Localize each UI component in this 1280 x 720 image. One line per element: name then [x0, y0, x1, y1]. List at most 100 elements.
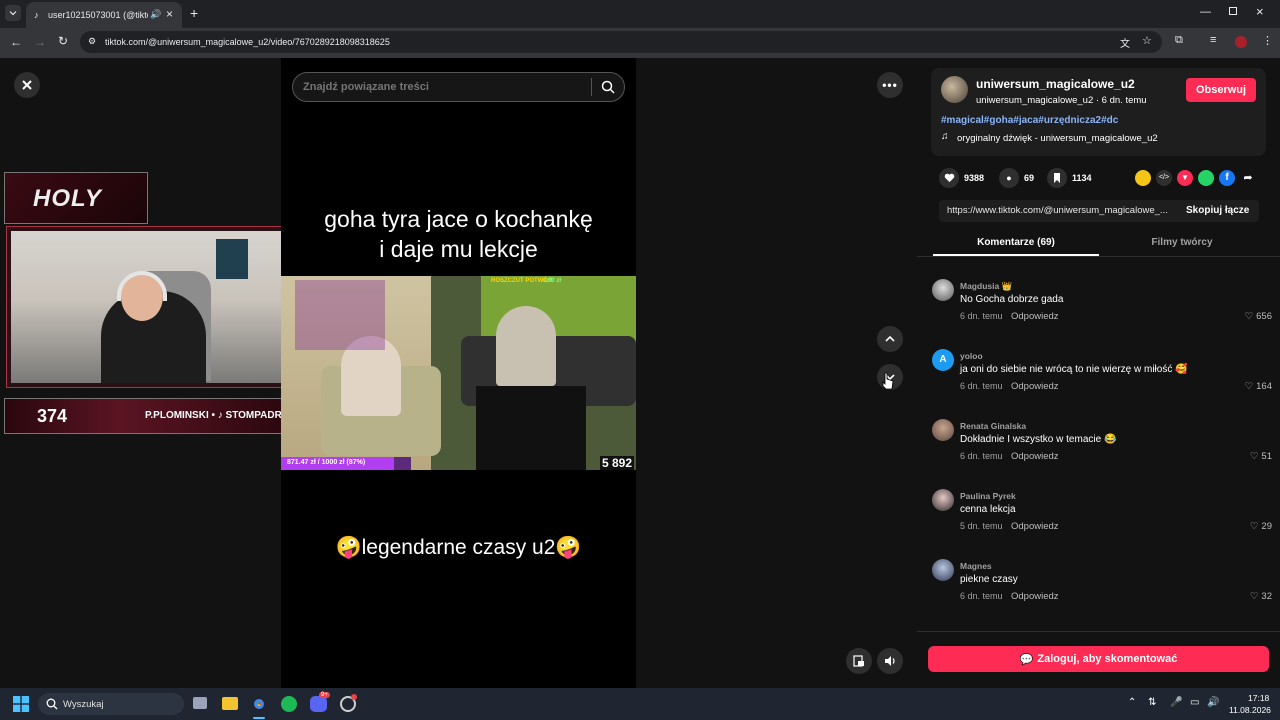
media-control-icon[interactable]: ≡ — [1210, 34, 1216, 46]
comment-avatar[interactable] — [932, 279, 954, 301]
tray-network-icon[interactable]: ⇅ — [1148, 697, 1156, 708]
window-minimize-button[interactable]: — — [1200, 6, 1211, 18]
comment-username[interactable]: yoloo — [960, 351, 983, 361]
sound-name[interactable]: oryginalny dźwięk - uniwersum_magicalowe… — [957, 133, 1158, 144]
facebook-icon[interactable]: f — [1219, 170, 1235, 186]
previous-video-button[interactable] — [877, 326, 903, 352]
close-button[interactable] — [14, 72, 40, 98]
volume-icon — [884, 656, 895, 666]
comment-avatar[interactable] — [932, 559, 954, 581]
comment-time: 5 dn. temu — [960, 521, 1003, 531]
back-icon[interactable]: ← — [10, 35, 22, 49]
tab-comments[interactable]: Komentarze (69) — [933, 232, 1099, 256]
forward-icon[interactable]: → — [34, 35, 46, 49]
comment-reply-button[interactable]: Odpowiedz — [1011, 311, 1059, 322]
comment-username[interactable]: Paulina Pyrek — [960, 491, 1016, 501]
save-button[interactable] — [1047, 168, 1067, 188]
stream-progress-bar: 871.47 zł / 1000 zł (87%) — [281, 457, 411, 470]
tray-speaker-icon[interactable]: 🔊 — [1207, 697, 1219, 708]
chrome-taskbar-icon[interactable] — [251, 696, 267, 712]
search-icon[interactable] — [601, 80, 615, 94]
comment-time: 6 dn. temu — [960, 591, 1003, 601]
bookmark-star-icon[interactable]: ☆ — [1142, 34, 1152, 47]
comment-item: Magnes piekne czasy 6 dn. temu Odpowiedz… — [932, 559, 1272, 619]
tray-clock-time[interactable]: 17:18 — [1248, 693, 1269, 703]
tray-clock-date[interactable]: 11.08.2026 — [1229, 705, 1271, 715]
share-arrow-icon[interactable]: ➦ — [1240, 170, 1256, 186]
window-restore-button[interactable] — [1229, 7, 1237, 15]
chevron-down-icon — [9, 11, 17, 16]
author-display-name[interactable]: uniwersum_magicalowe_u2 — [976, 77, 1135, 91]
comment-avatar[interactable]: A — [932, 349, 954, 371]
comment-avatar[interactable] — [932, 419, 954, 441]
comment-time: 6 dn. temu — [960, 311, 1003, 321]
comment-avatar[interactable] — [932, 489, 954, 511]
login-to-comment-button[interactable]: 💬 Zaloguj, aby skomentować — [928, 646, 1269, 672]
comment-like-button[interactable]: ♡ 51 — [1250, 451, 1272, 462]
close-icon — [22, 80, 32, 90]
volume-button[interactable] — [877, 648, 903, 674]
url-text[interactable]: tiktok.com/@uniwersum_magicalowe_u2/vide… — [105, 37, 390, 47]
tab-audio-icon[interactable]: 🔊 — [150, 9, 161, 20]
comment-like-button[interactable]: ♡ 164 — [1245, 381, 1272, 392]
related-search-input[interactable] — [303, 79, 583, 95]
site-info-icon[interactable]: ⚙ — [88, 36, 96, 47]
app-notification-dot — [351, 694, 357, 700]
tray-display-icon[interactable]: ▭ — [1190, 697, 1199, 708]
follow-button[interactable]: Obserwuj — [1186, 78, 1256, 102]
comment-reply-button[interactable]: Odpowiedz — [1011, 591, 1059, 602]
new-tab-button[interactable]: + — [190, 5, 198, 21]
related-search-box[interactable] — [292, 72, 625, 102]
tray-microphone-icon[interactable]: 🎤 — [1170, 697, 1182, 708]
embed-icon[interactable]: </> — [1156, 170, 1172, 186]
more-options-button[interactable]: ••• — [877, 72, 903, 98]
video-caption-bottom: 🤪legendarne czasy u2🤪 — [335, 536, 582, 559]
comment-username[interactable]: Renata Ginalska — [960, 421, 1026, 431]
whatsapp-icon[interactable] — [1198, 170, 1214, 186]
address-bar[interactable]: ⚙ tiktok.com/@uniwersum_magicalowe_u2/vi… — [80, 31, 1162, 53]
discord-icon[interactable] — [310, 696, 327, 712]
window-close-button[interactable]: × — [1256, 4, 1264, 19]
comment-username[interactable]: Magnes — [960, 561, 992, 571]
tab-creator-videos[interactable]: Filmy twórcy — [1099, 232, 1265, 256]
comment-reply-button[interactable]: Odpowiedz — [1011, 521, 1059, 532]
comment-reply-button[interactable]: Odpowiedz — [1011, 451, 1059, 462]
translate-icon[interactable]: 文 — [1120, 35, 1130, 50]
copy-link-button[interactable]: Skopiuj łącze — [1186, 205, 1249, 216]
tray-overflow-icon[interactable]: ⌃ — [1128, 697, 1136, 708]
reload-icon[interactable]: ↻ — [58, 34, 68, 48]
comment-text: piekne czasy — [960, 574, 1018, 585]
video-player[interactable]: goha tyra jace o kochankę i daje mu lekc… — [281, 58, 636, 688]
repost-icon[interactable] — [1135, 170, 1151, 186]
browser-tab[interactable]: ♪ user10215073001 (@tiktok 🔊 × — [26, 2, 182, 28]
task-view-icon[interactable] — [193, 697, 207, 709]
comments-button[interactable]: ● — [999, 168, 1019, 188]
picture-in-picture-button[interactable] — [846, 648, 872, 674]
share-icons: </> ▼ f ➦ — [1135, 170, 1265, 186]
extensions-icon[interactable]: ⧉ — [1175, 34, 1183, 47]
tab-list-button[interactable] — [5, 5, 21, 21]
comment-reply-button[interactable]: Odpowiedz — [1011, 381, 1059, 392]
comment-like-button[interactable]: ♡ 32 — [1250, 591, 1272, 602]
tab-title: user10215073001 (@tiktok — [48, 10, 148, 20]
comment-like-button[interactable]: ♡ 29 — [1250, 521, 1272, 532]
comment-like-button[interactable]: ♡ 656 — [1245, 311, 1272, 322]
comment-bubble-icon: 💬 — [1019, 653, 1034, 666]
comment-text: No Gocha dobrze gada — [960, 294, 1064, 305]
send-icon[interactable]: ▼ — [1177, 170, 1193, 186]
heart-outline-icon: ♡ — [1249, 451, 1259, 462]
comments-list: Magdusia 👑 No Gocha dobrze gada 6 dn. te… — [917, 257, 1280, 631]
stream-progress-text: 871.47 zł / 1000 zł (87%) — [287, 459, 366, 466]
comment-username[interactable]: Magdusia 👑 — [960, 281, 1012, 292]
spotify-icon[interactable] — [281, 696, 297, 712]
author-avatar[interactable] — [941, 76, 968, 103]
browser-menu-icon[interactable]: ⋮ — [1262, 34, 1273, 47]
taskbar-search[interactable]: Wyszukaj — [38, 693, 184, 715]
profile-avatar[interactable] — [1235, 36, 1247, 48]
video-hashtags[interactable]: #magical#goha#jaca#urzędnicza2#dc — [941, 115, 1118, 126]
start-button[interactable] — [13, 696, 29, 712]
tab-close-icon[interactable]: × — [166, 7, 173, 21]
like-button[interactable] — [939, 168, 959, 188]
file-explorer-icon[interactable] — [222, 697, 238, 710]
video-caption-top-line2: i daje mu lekcje — [379, 236, 538, 262]
